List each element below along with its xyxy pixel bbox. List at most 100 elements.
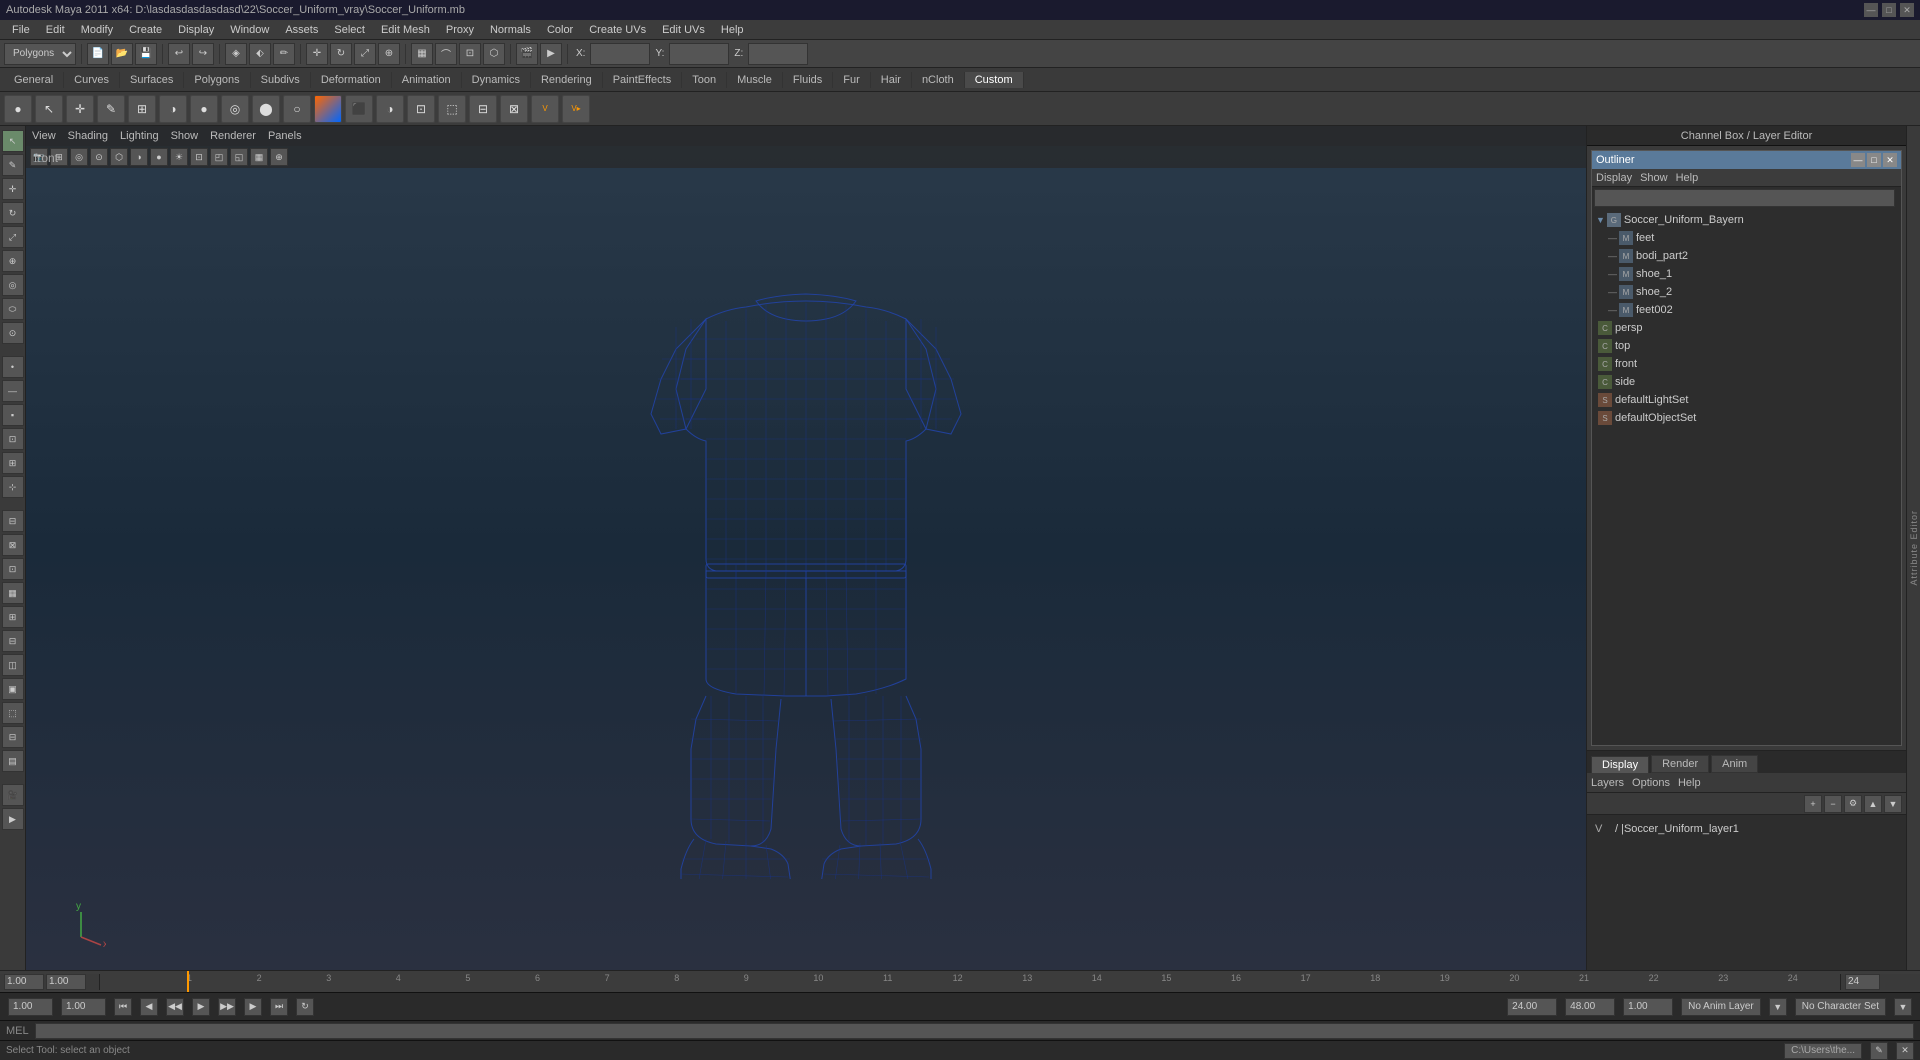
- shelf-tab-custom[interactable]: Custom: [965, 72, 1024, 88]
- mode-dropdown[interactable]: Polygons: [4, 43, 76, 65]
- menu-normals[interactable]: Normals: [482, 24, 539, 36]
- step-back-button[interactable]: ◀: [140, 998, 158, 1016]
- char-set-options[interactable]: ▼: [1894, 998, 1912, 1016]
- layer-new-button[interactable]: +: [1804, 795, 1822, 813]
- layer-tab-display[interactable]: Display: [1591, 756, 1649, 773]
- shelf-tab-hair[interactable]: Hair: [871, 72, 912, 88]
- clear-history-button[interactable]: ✕: [1896, 1042, 1914, 1060]
- vp-ao[interactable]: ◱: [230, 148, 248, 166]
- range-end-field[interactable]: [1845, 974, 1880, 990]
- z-field[interactable]: [748, 43, 808, 65]
- vp-grid[interactable]: ▦: [250, 148, 268, 166]
- shelf-icon-flat[interactable]: ◑: [159, 95, 187, 123]
- layout6[interactable]: ⊟: [2, 630, 24, 652]
- menu-select[interactable]: Select: [326, 24, 373, 36]
- show-manip-button[interactable]: ⊙: [2, 322, 24, 344]
- layer-subtab-layers[interactable]: Layers: [1591, 777, 1624, 789]
- open-button[interactable]: 📂: [111, 43, 133, 65]
- render-button[interactable]: 🎬: [516, 43, 538, 65]
- paint-select-button[interactable]: ✏: [273, 43, 295, 65]
- universal-tool-button[interactable]: ⊕: [2, 250, 24, 272]
- shelf-icon-sphere[interactable]: ●: [4, 95, 32, 123]
- shelf-tab-toon[interactable]: Toon: [682, 72, 727, 88]
- menu-edit-uvs[interactable]: Edit UVs: [654, 24, 713, 36]
- layer-move-down[interactable]: ▼: [1884, 795, 1902, 813]
- shelf-icon-render2[interactable]: ◑: [376, 95, 404, 123]
- layout9[interactable]: ⬚: [2, 702, 24, 724]
- menu-create-uvs[interactable]: Create UVs: [581, 24, 654, 36]
- tree-item-root[interactable]: ▼ G Soccer_Uniform_Bayern: [1592, 211, 1901, 229]
- anim-current-field[interactable]: [61, 998, 106, 1016]
- layer-move-up[interactable]: ▲: [1864, 795, 1882, 813]
- shelf-tab-muscle[interactable]: Muscle: [727, 72, 783, 88]
- soft-mod-button[interactable]: ◎: [2, 274, 24, 296]
- vp-texture[interactable]: ⊡: [190, 148, 208, 166]
- shelf-icon-pivot[interactable]: ✛: [66, 95, 94, 123]
- outliner-search-input[interactable]: [1594, 189, 1895, 207]
- viewport-renderer-menu[interactable]: Renderer: [210, 130, 256, 142]
- menu-modify[interactable]: Modify: [73, 24, 121, 36]
- layer-tab-anim[interactable]: Anim: [1711, 755, 1758, 773]
- snap-curve[interactable]: ⌒: [435, 43, 457, 65]
- universal-button[interactable]: ⊕: [378, 43, 400, 65]
- vp-wireframe[interactable]: ⬡: [110, 148, 128, 166]
- menu-color[interactable]: Color: [539, 24, 581, 36]
- shelf-icon-sphere2[interactable]: ◎: [221, 95, 249, 123]
- current-time-field[interactable]: [46, 974, 86, 990]
- close-button[interactable]: ✕: [1900, 3, 1914, 17]
- rotate-button[interactable]: ↻: [330, 43, 352, 65]
- viewport-panels-menu[interactable]: Panels: [268, 130, 302, 142]
- layout1[interactable]: ⊟: [2, 510, 24, 532]
- shelf-icon-uv1[interactable]: ⊡: [407, 95, 435, 123]
- shelf-icon-wire[interactable]: ⊞: [128, 95, 156, 123]
- play-forward-button[interactable]: ▶▶: [218, 998, 236, 1016]
- component-face[interactable]: ▪: [2, 404, 24, 426]
- layer-subtab-options[interactable]: Options: [1632, 777, 1670, 789]
- menu-display[interactable]: Display: [170, 24, 222, 36]
- quick-layout[interactable]: ▤: [2, 750, 24, 772]
- render-view-button[interactable]: ▶: [2, 808, 24, 830]
- ipr-button[interactable]: ▶: [540, 43, 562, 65]
- step-forward-button[interactable]: ▶: [244, 998, 262, 1016]
- menu-edit-mesh[interactable]: Edit Mesh: [373, 24, 438, 36]
- layout3[interactable]: ⊡: [2, 558, 24, 580]
- anim-layer-options[interactable]: ▼: [1769, 998, 1787, 1016]
- vp-isolate[interactable]: ⊙: [90, 148, 108, 166]
- viewport-shading-menu[interactable]: Shading: [68, 130, 108, 142]
- menu-file[interactable]: File: [4, 24, 38, 36]
- select-tool-button[interactable]: ↖: [2, 130, 24, 152]
- outliner-show-menu[interactable]: Show: [1640, 172, 1668, 184]
- viewport-show-menu[interactable]: Show: [171, 130, 199, 142]
- menu-proxy[interactable]: Proxy: [438, 24, 482, 36]
- shelf-icon-glass[interactable]: ○: [283, 95, 311, 123]
- shelf-tab-painteffects[interactable]: PaintEffects: [603, 72, 683, 88]
- script-editor-button[interactable]: ✎: [1870, 1042, 1888, 1060]
- shelf-tab-surfaces[interactable]: Surfaces: [120, 72, 184, 88]
- outliner-minimize[interactable]: —: [1851, 153, 1865, 167]
- layout8[interactable]: ▣: [2, 678, 24, 700]
- viewport[interactable]: View Shading Lighting Show Renderer Pane…: [26, 126, 1586, 970]
- shelf-tab-fur[interactable]: Fur: [833, 72, 871, 88]
- shelf-icon-uv2[interactable]: ⬚: [438, 95, 466, 123]
- tree-item-front[interactable]: C front: [1592, 355, 1901, 373]
- shelf-icon-metal[interactable]: ⬤: [252, 95, 280, 123]
- shelf-icon-cursor[interactable]: ↖: [35, 95, 63, 123]
- scale-button[interactable]: ⤢: [354, 43, 376, 65]
- menu-create[interactable]: Create: [121, 24, 170, 36]
- component-uv[interactable]: ⊡: [2, 428, 24, 450]
- shelf-icon-render1[interactable]: ⬛: [345, 95, 373, 123]
- vp-shadows[interactable]: ◰: [210, 148, 228, 166]
- tree-item-default-object-set[interactable]: S defaultObjectSet: [1592, 409, 1901, 427]
- right-edge[interactable]: Attribute Editor: [1906, 126, 1920, 970]
- camera-button[interactable]: 🎥: [2, 784, 24, 806]
- go-to-start-button[interactable]: ⏮: [114, 998, 132, 1016]
- anim-range-end[interactable]: [1565, 998, 1615, 1016]
- shelf-tab-animation[interactable]: Animation: [392, 72, 462, 88]
- vp-frame-all[interactable]: ⊞: [50, 148, 68, 166]
- vp-smooth[interactable]: ◑: [130, 148, 148, 166]
- layer-row-uniform[interactable]: V / |Soccer_Uniform_layer1: [1591, 819, 1902, 839]
- undo-button[interactable]: ↩: [168, 43, 190, 65]
- layer-delete-button[interactable]: −: [1824, 795, 1842, 813]
- anim-start-field[interactable]: [8, 998, 53, 1016]
- shelf-tab-polygons[interactable]: Polygons: [184, 72, 250, 88]
